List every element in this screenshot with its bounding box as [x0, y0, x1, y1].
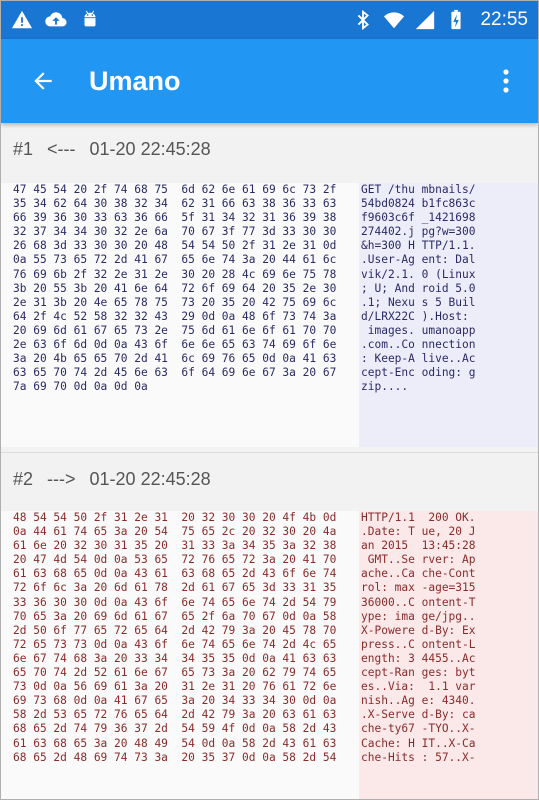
hex-bytes: 47 45 54 20 2f 74 68 75 6d 62 6e 61 69 6…	[1, 183, 359, 447]
entry-direction: <---	[47, 138, 76, 159]
status-time: 22:55	[480, 9, 528, 30]
entry-direction: --->	[47, 468, 76, 489]
dump-line: 69 73 68 0d 0a 41 67 65 3a 20 34 33 34 3…	[13, 694, 337, 708]
dump-line: .User-Ag ent: Dal	[361, 253, 476, 267]
entry-timestamp: 01-20 22:45:28	[89, 138, 211, 159]
dump-line: HTTP/1.1 200 OK.	[361, 511, 476, 524]
entry-timestamp: 01-20 22:45:28	[89, 468, 211, 489]
dump-line: 47 45 54 20 2f 74 68 75 6d 62 6e 61 69 6…	[13, 183, 337, 196]
dump-line: cept-Enc oding: g	[361, 366, 476, 380]
app-screen: 22:55 Umano #1 <--- 01-20 22:45:28 47 45…	[0, 0, 539, 800]
dump-line: 70 65 3a 20 69 6d 61 67 65 2f 6a 70 67 0…	[13, 609, 337, 623]
dump-line: Cache: H IT..X-Ca	[361, 736, 476, 750]
hex-dump: 47 45 54 20 2f 74 68 75 6d 62 6e 61 69 6…	[1, 183, 538, 447]
entry-header: #2 ---> 01-20 22:45:28	[1, 453, 538, 505]
dump-line: 64 2f 4c 52 58 32 32 43 29 0d 0a 48 6f 7…	[13, 309, 337, 323]
entry-id: #2	[13, 468, 34, 489]
dump-line: 65 70 74 2d 52 61 6e 67 65 73 3a 20 62 7…	[13, 666, 337, 680]
page-title: Umano	[89, 65, 181, 96]
entry-header: #1 <--- 01-20 22:45:28	[1, 123, 538, 175]
android-icon	[84, 10, 96, 27]
dump-line: f9603c6f _1421698	[361, 211, 476, 225]
dump-line: zip....	[361, 380, 409, 394]
dump-line: rol: max -age=315	[361, 581, 476, 595]
dump-line: 48 54 54 50 2f 31 2e 31 20 32 30 30 20 4…	[13, 511, 337, 524]
dump-line: 3b 20 55 3b 20 41 6e 64 72 6f 69 64 20 3…	[13, 281, 337, 295]
dump-line: 2d 50 6f 77 65 72 65 64 2d 42 79 3a 20 4…	[13, 623, 337, 637]
hex-bytes: 48 54 54 50 2f 31 2e 31 20 32 30 30 20 4…	[1, 511, 359, 799]
dump-line: ength: 3 4455..Ac	[361, 651, 476, 665]
dump-line: press..C ontent-L	[361, 637, 476, 651]
dump-line: 76 69 6b 2f 32 2e 31 2e 30 20 28 4c 69 6…	[13, 267, 337, 281]
wifi-icon	[384, 12, 405, 29]
dump-line: 54bd0824 b1fc863c	[361, 197, 476, 211]
dump-line: 0a 55 73 65 72 2d 41 67 65 6e 74 3a 20 4…	[13, 253, 337, 267]
dump-line: 7a 69 70 0d 0a 0d 0a	[13, 380, 148, 394]
dump-line: 58 2d 53 65 72 76 65 64 2d 42 79 3a 20 6…	[13, 708, 337, 722]
list-item[interactable]: #2 ---> 01-20 22:45:28 48 54 54 50 2f 31…	[1, 453, 538, 799]
dump-line: d/LRX22C ).Host:	[361, 309, 469, 323]
dump-line: 26 68 3d 33 30 30 20 48 54 54 50 2f 31 2…	[13, 239, 337, 253]
dump-line: 32 37 34 34 30 32 2e 6a 70 67 3f 77 3d 3…	[13, 225, 337, 239]
dump-line: 274402.j pg?w=300	[361, 225, 476, 239]
dump-line: ype: ima ge/jpg..	[361, 609, 476, 623]
dump-line: 2e 31 3b 20 4e 65 78 75 73 20 35 20 42 7…	[13, 295, 337, 309]
ascii-text: GET /thu mbnails/54bd0824 b1fc863c f9603c…	[359, 183, 476, 447]
capture-list[interactable]: #1 <--- 01-20 22:45:28 47 45 54 20 2f 74…	[1, 123, 538, 799]
dump-line: ; U; And roid 5.0	[361, 281, 476, 295]
back-button[interactable]	[21, 59, 65, 103]
dump-line: 68 65 2d 74 79 36 37 2d 54 59 4f 0d 0a 5…	[13, 722, 337, 736]
dump-line: GMT..Se rver: Ap	[361, 553, 476, 567]
overflow-menu-button[interactable]	[492, 59, 520, 103]
dump-line: .X-Serve d-By: ca	[361, 708, 476, 722]
dump-line: 36000..C ontent-T	[361, 595, 476, 609]
dump-line: an 2015 13:45:28	[361, 539, 476, 553]
dump-line: 63 65 70 74 2d 45 6e 63 6f 64 69 6e 67 3…	[13, 366, 337, 380]
signal-icon	[416, 10, 435, 30]
dump-line: .Date: T ue, 20 J	[361, 525, 476, 539]
dump-line: 72 6f 6c 3a 20 6d 61 78 2d 61 67 65 3d 3…	[13, 581, 337, 595]
dump-line: 61 63 68 65 3a 20 48 49 54 0d 0a 58 2d 4…	[13, 736, 337, 750]
dump-line: 66 39 36 30 33 63 36 66 5f 31 34 32 31 3…	[13, 211, 337, 225]
warning-icon	[11, 10, 33, 29]
dump-line: &h=300 H TTP/1.1.	[361, 239, 476, 253]
dump-line: es..Via: 1.1 var	[361, 680, 476, 694]
dump-line: 33 36 30 30 0d 0a 43 6f 6e 74 65 6e 74 2…	[13, 595, 337, 609]
dump-line: cept-Ran ges: byt	[361, 666, 476, 680]
dump-line: : Keep-A live..Ac	[361, 352, 476, 366]
dump-line: 73 0d 0a 56 69 61 3a 20 31 2e 31 20 76 6…	[13, 680, 337, 694]
dump-line: 20 47 4d 54 0d 0a 53 65 72 76 65 72 3a 2…	[13, 553, 337, 567]
cloud-upload-icon	[45, 12, 67, 27]
dump-line: 0a 44 61 74 65 3a 20 54 75 65 2c 20 32 3…	[13, 525, 337, 539]
dump-line: X-Powere d-By: Ex	[361, 623, 476, 637]
dump-line: 61 6e 20 32 30 31 35 20 31 33 3a 34 35 3…	[13, 539, 337, 553]
dump-line: nish..Ag e: 4340.	[361, 694, 476, 708]
dump-line: GET /thu mbnails/	[361, 183, 476, 196]
dump-line: che-ty67 -TYO..X-	[361, 722, 476, 736]
dump-line: 72 65 73 73 0d 0a 43 6f 6e 74 65 6e 74 2…	[13, 637, 337, 651]
list-item[interactable]: #1 <--- 01-20 22:45:28 47 45 54 20 2f 74…	[1, 123, 538, 447]
dump-line: .com..Co nnection	[361, 338, 476, 352]
more-vert-icon	[503, 69, 509, 93]
arrow-back-icon	[34, 72, 52, 90]
dump-line: 68 65 2d 48 69 74 73 3a 20 35 37 0d 0a 5…	[13, 750, 337, 764]
dump-line: ache..Ca che-Cont	[361, 567, 476, 581]
entry-id: #1	[13, 138, 34, 159]
hex-dump: 48 54 54 50 2f 31 2e 31 20 32 30 30 20 4…	[1, 511, 538, 799]
dump-line: .1; Nexu s 5 Buil	[361, 295, 476, 309]
dump-line: 20 69 6d 61 67 65 73 2e 75 6d 61 6e 6f 6…	[13, 323, 337, 337]
dump-line: 61 63 68 65 0d 0a 43 61 63 68 65 2d 43 6…	[13, 567, 337, 581]
dump-line: 35 34 62 64 30 38 32 34 62 31 66 63 38 3…	[13, 197, 337, 211]
ascii-text: HTTP/1.1 200 OK. .Date: T ue, 20 Jan 2015…	[359, 511, 476, 799]
dump-line: images. umanoapp	[361, 323, 476, 337]
bluetooth-icon	[358, 9, 370, 31]
battery-charging-icon	[451, 9, 462, 30]
dump-line: 6e 67 74 68 3a 20 33 34 34 35 35 0d 0a 4…	[13, 651, 337, 665]
dump-line: che-Hits : 57..X-	[361, 750, 476, 764]
app-bar: Umano	[1, 39, 538, 123]
status-bar: 22:55	[1, 1, 538, 39]
dump-line: 3a 20 4b 65 65 70 2d 41 6c 69 76 65 0d 0…	[13, 352, 337, 366]
dump-line: 2e 63 6f 6d 0d 0a 43 6f 6e 6e 65 63 74 6…	[13, 338, 337, 352]
dump-line: vik/2.1. 0 (Linux	[361, 267, 476, 281]
